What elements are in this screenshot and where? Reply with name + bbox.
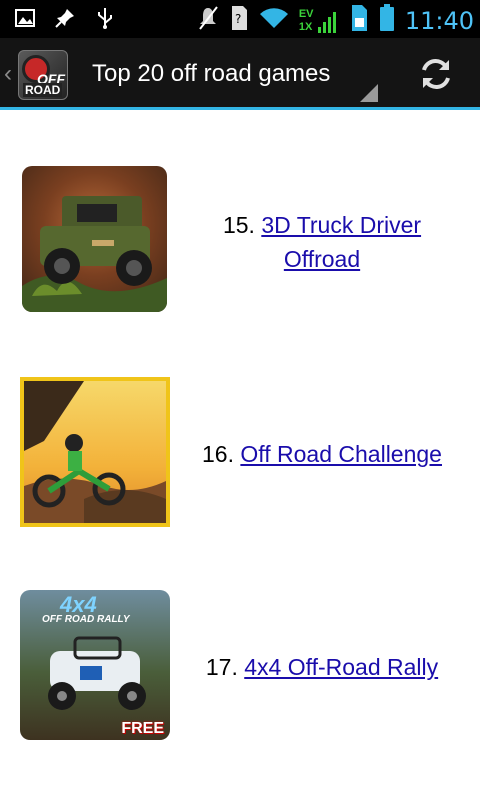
list-item: 4x4 OFF ROAD RALLY FREE 17. 4x4 Off-Road… [0,590,480,742]
game-number: 17. [205,654,238,680]
logo-text-bottom: ROAD [23,83,63,97]
clock: 11:40 [404,6,474,35]
sd-card-icon: ? [229,5,249,36]
game-title: 17. 4x4 Off-Road Rally [180,650,464,684]
game-link[interactable]: 3D Truck Driver [261,212,421,238]
refresh-icon [422,59,450,89]
signal-ev-icon: EV 1X [299,7,339,35]
sim-icon [349,4,369,37]
wifi-icon [259,6,289,35]
up-caret-icon[interactable]: ‹ [4,60,12,88]
svg-text:?: ? [235,12,241,26]
action-bar-divider [0,107,480,110]
refresh-button[interactable] [414,52,458,96]
gallery-icon [14,7,36,34]
game-thumbnail-truck[interactable] [22,166,167,312]
dropdown-indicator-icon[interactable] [360,84,378,102]
game-thumbnail-rally[interactable]: 4x4 OFF ROAD RALLY FREE [20,590,170,740]
page-title[interactable]: Top 20 off road games [92,60,330,88]
onex-label: 1X [298,20,313,33]
game-number: 15. [222,212,255,238]
game-title: 16. Off Road Challenge [180,437,464,471]
pin-icon [54,7,76,34]
mute-icon [197,5,219,36]
ev-label: EV [298,7,314,20]
list-item: 15. 3D Truck Driver Offroad [0,166,480,316]
game-number: 16. [202,441,234,467]
status-bar: ? EV 1X 11:40 [0,0,480,38]
thumb-subbanner: OFF ROAD RALLY [42,614,130,625]
game-link-continued[interactable]: Offroad [284,246,360,272]
battery-icon [379,4,395,37]
free-badge: FREE [121,720,164,737]
game-link[interactable]: 4x4 Off-Road Rally [244,654,438,680]
app-logo[interactable]: OFF ROAD [18,50,68,100]
game-title: 15. 3D Truck Driver Offroad [180,208,464,276]
list-item: 16. Off Road Challenge [0,377,480,529]
game-thumbnail-bike[interactable] [20,377,170,527]
game-link[interactable]: Off Road Challenge [240,441,442,467]
usb-icon [94,6,116,35]
